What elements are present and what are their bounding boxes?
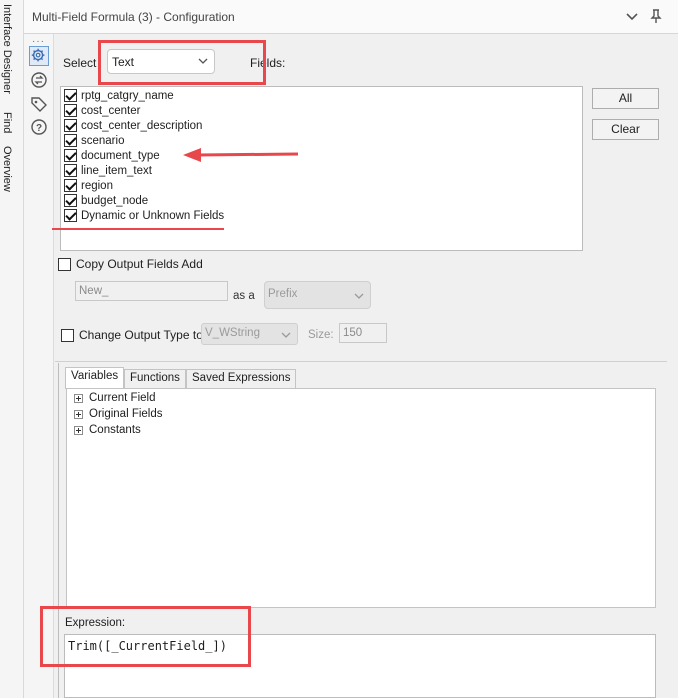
configuration-panel: Select Text Fields: rptg_catgry_name cos…: [55, 35, 667, 698]
tab-functions[interactable]: Functions: [124, 369, 186, 388]
copy-output-label: Copy Output Fields Add: [76, 257, 203, 271]
field-label: rptg_catgry_name: [81, 89, 174, 102]
pin-icon[interactable]: [648, 8, 664, 24]
tree-item-constants[interactable]: Constants: [74, 423, 141, 437]
field-label: Dynamic or Unknown Fields: [81, 209, 225, 222]
tab-variables[interactable]: Variables: [65, 367, 125, 389]
change-output-checkbox[interactable]: [61, 328, 74, 342]
tool-sidebar: ··· ?: [24, 34, 54, 698]
expand-icon[interactable]: [74, 409, 83, 419]
field-label: line_item_text: [81, 164, 152, 177]
select-all-button[interactable]: All: [592, 88, 659, 109]
field-row[interactable]: document_type: [64, 148, 160, 163]
change-output-label: Change Output Type to: [79, 328, 203, 342]
expand-icon[interactable]: [74, 393, 83, 403]
side-tab-strip: Interface Designer Find Overview: [0, 0, 24, 698]
copy-output-row: Copy Output Fields Add: [58, 257, 203, 271]
field-checkbox[interactable]: [64, 89, 77, 102]
field-checkbox[interactable]: [64, 119, 77, 132]
size-label: Size:: [308, 329, 334, 341]
tag-icon[interactable]: [29, 94, 49, 114]
position-value: Prefix: [268, 288, 298, 300]
field-checkbox[interactable]: [64, 194, 77, 207]
as-a-label: as a: [233, 290, 255, 302]
position-select[interactable]: Prefix: [264, 281, 371, 309]
field-label: document_type: [81, 149, 160, 162]
tree-item-label: Current Field: [89, 392, 156, 404]
tab-saved-expressions[interactable]: Saved Expressions: [186, 369, 297, 388]
tree-item-label: Constants: [89, 424, 141, 436]
chevron-down-icon: [354, 293, 364, 299]
prefix-text-field[interactable]: New_: [75, 281, 228, 301]
tab-overview[interactable]: Overview: [1, 146, 13, 192]
field-checkbox[interactable]: [64, 149, 77, 162]
tab-find[interactable]: Find: [1, 112, 13, 133]
field-row[interactable]: budget_node: [64, 193, 148, 208]
tree-item-original-fields[interactable]: Original Fields: [74, 407, 163, 421]
variables-tree: Current Field Original Fields Constants: [66, 388, 656, 608]
clear-button[interactable]: Clear: [592, 119, 659, 140]
tab-interface-designer[interactable]: Interface Designer: [1, 4, 13, 94]
annotation-underline: [52, 228, 224, 230]
window-title: Multi-Field Formula (3) - Configuration: [32, 10, 235, 24]
change-output-row: Change Output Type to: [61, 328, 203, 342]
output-type-select[interactable]: V_WString: [201, 323, 298, 345]
copy-output-checkbox[interactable]: [58, 257, 71, 271]
connection-icon[interactable]: [29, 70, 49, 90]
tree-item-current-field[interactable]: Current Field: [74, 391, 155, 405]
gear-icon[interactable]: [29, 46, 49, 66]
field-checkbox[interactable]: [64, 209, 77, 222]
field-checkbox[interactable]: [64, 179, 77, 192]
title-bar: Multi-Field Formula (3) - Configuration: [24, 0, 678, 34]
field-row[interactable]: line_item_text: [64, 163, 152, 178]
field-row[interactable]: cost_center: [64, 103, 140, 118]
field-checkbox[interactable]: [64, 104, 77, 117]
field-row[interactable]: scenario: [64, 133, 124, 148]
field-checkbox[interactable]: [64, 134, 77, 147]
field-row[interactable]: Dynamic or Unknown Fields: [64, 208, 224, 223]
annotation-box-expression: [40, 606, 251, 667]
field-row[interactable]: rptg_catgry_name: [64, 88, 174, 103]
help-icon[interactable]: ?: [29, 117, 49, 137]
output-type-value: V_WString: [205, 327, 260, 339]
annotation-box-select: [98, 40, 266, 85]
field-label: region: [81, 179, 113, 192]
expand-icon[interactable]: [74, 425, 83, 435]
chevron-down-icon: [281, 332, 291, 338]
field-label: cost_center_description: [81, 119, 203, 132]
svg-text:?: ?: [36, 123, 42, 134]
field-row[interactable]: region: [64, 178, 113, 193]
field-checkbox[interactable]: [64, 164, 77, 177]
field-list: rptg_catgry_name cost_center cost_center…: [60, 86, 583, 251]
field-label: budget_node: [81, 194, 149, 207]
field-row[interactable]: cost_center_description: [64, 118, 202, 133]
size-field[interactable]: 150: [339, 323, 387, 343]
select-label: Select: [63, 56, 97, 70]
field-label: scenario: [81, 134, 125, 147]
chevron-down-icon[interactable]: [624, 8, 640, 24]
tree-item-label: Original Fields: [89, 408, 163, 420]
field-label: cost_center: [81, 104, 141, 117]
